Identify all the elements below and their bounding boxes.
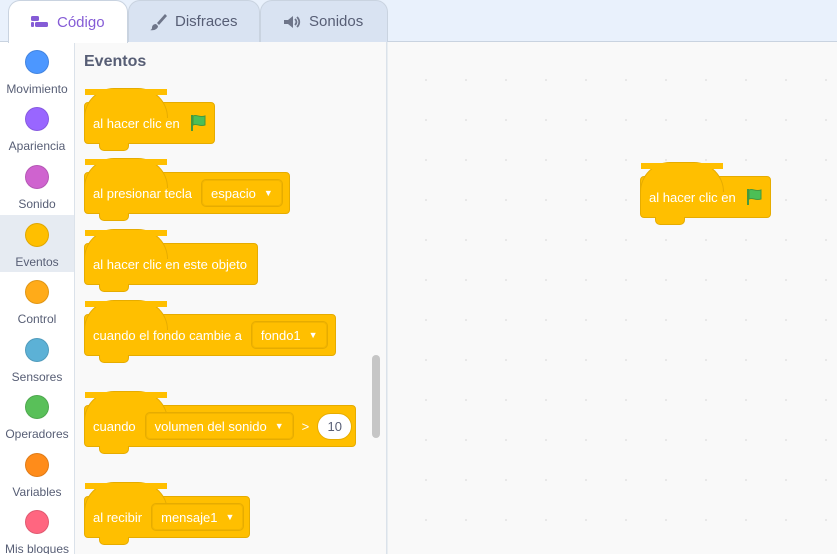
category-variables[interactable]: Variables	[0, 445, 74, 502]
brush-icon	[147, 13, 169, 31]
tab-costumes-label: Disfraces	[175, 13, 238, 30]
category-my-blocks-label: Mis bloques	[4, 542, 70, 554]
speaker-icon	[281, 13, 303, 31]
tab-costumes[interactable]: Disfraces	[128, 0, 260, 42]
category-sensing-label: Sensores	[11, 370, 63, 384]
category-motion[interactable]: Movimiento	[0, 42, 74, 99]
category-looks-dot	[25, 107, 49, 131]
sensor-dropdown[interactable]: volumen del sonido ▼	[144, 412, 294, 440]
greater-than-operator: >	[301, 418, 310, 434]
tab-sounds[interactable]: Sonidos	[260, 0, 388, 42]
category-events-dot	[25, 223, 49, 247]
category-control[interactable]: Control	[0, 272, 74, 329]
category-variables-label: Variables	[12, 485, 62, 499]
tab-code[interactable]: Código	[8, 0, 128, 43]
backdrop-dropdown[interactable]: fondo1 ▼	[250, 321, 328, 349]
category-sound-label: Sonido	[18, 197, 56, 211]
category-control-label: Control	[17, 312, 57, 326]
category-variables-dot	[25, 453, 49, 477]
category-motion-dot	[25, 50, 49, 74]
category-events-label: Eventos	[15, 255, 59, 269]
block-notch	[99, 537, 129, 545]
when-flag-clicked-block[interactable]: al hacer clic en	[84, 88, 215, 151]
category-sensing-dot	[25, 338, 49, 362]
code-icon	[29, 13, 51, 31]
editor-tab-bar: Código Disfraces Sonidos	[0, 0, 837, 43]
category-motion-label: Movimiento	[6, 82, 68, 96]
category-events[interactable]: Eventos	[0, 215, 74, 272]
block-palette: Eventos al hacer clic en al presionar te…	[75, 42, 387, 554]
when-backdrop-switches-block[interactable]: cuando el fondo cambie a fondo1 ▼	[84, 300, 336, 363]
category-sensing[interactable]: Sensores	[0, 330, 74, 387]
block-notch	[99, 446, 129, 454]
sensor-dropdown-value: volumen del sonido	[154, 418, 267, 434]
when-key-pressed-block[interactable]: al presionar tecla espacio ▼	[84, 158, 290, 221]
category-operators-label: Operadores	[5, 427, 69, 441]
message-dropdown-value: mensaje1	[161, 509, 218, 525]
block-notch	[99, 355, 129, 363]
green-flag-icon	[744, 187, 764, 207]
block-text: al hacer clic en	[93, 115, 180, 131]
tab-sounds-label: Sonidos	[309, 13, 364, 30]
workspace-when-flag-clicked-block[interactable]: al hacer clic en	[640, 162, 771, 225]
caret-down-icon: ▼	[274, 421, 284, 431]
block-notch	[99, 213, 129, 221]
backdrop-dropdown-value: fondo1	[260, 327, 301, 343]
script-workspace[interactable]: al hacer clic en	[388, 42, 837, 554]
message-dropdown[interactable]: mensaje1 ▼	[151, 503, 245, 531]
green-flag-icon	[188, 113, 208, 133]
block-text: al recibir	[93, 509, 143, 525]
block-text: al hacer clic en este objeto	[93, 256, 247, 272]
category-my-blocks-dot	[25, 510, 49, 534]
key-dropdown-value: espacio	[211, 185, 256, 201]
category-my-blocks[interactable]: Mis bloques	[0, 502, 74, 554]
block-notch	[99, 143, 129, 151]
scratch-editor: Código Disfraces Sonidos Movimiento Apar…	[0, 0, 837, 554]
category-operators[interactable]: Operadores	[0, 387, 74, 444]
when-broadcast-received-block[interactable]: al recibir mensaje1 ▼	[84, 482, 250, 545]
category-sound-dot	[25, 165, 49, 189]
category-looks-label: Apariencia	[8, 139, 66, 153]
caret-down-icon: ▼	[225, 512, 235, 522]
tab-code-label: Código	[57, 13, 105, 31]
category-sound[interactable]: Sonido	[0, 157, 74, 214]
palette-scrollbar[interactable]	[372, 355, 380, 438]
caret-down-icon: ▼	[263, 188, 273, 198]
palette-section-title: Eventos	[84, 53, 147, 70]
caret-down-icon: ▼	[308, 330, 318, 340]
hat-cap	[84, 229, 168, 259]
when-greater-than-block[interactable]: cuando volumen del sonido ▼ > 10	[84, 391, 356, 454]
block-notch	[99, 284, 129, 292]
when-sprite-clicked-block[interactable]: al hacer clic en este objeto	[84, 229, 258, 292]
category-operators-dot	[25, 395, 49, 419]
category-control-dot	[25, 280, 49, 304]
block-text: cuando	[93, 418, 136, 434]
category-menu: Movimiento Apariencia Sonido Eventos Con…	[0, 42, 75, 554]
block-notch	[655, 217, 685, 225]
threshold-input[interactable]: 10	[317, 412, 353, 440]
category-looks[interactable]: Apariencia	[0, 99, 74, 156]
block-text: cuando el fondo cambie a	[93, 327, 242, 343]
key-dropdown[interactable]: espacio ▼	[201, 179, 283, 207]
block-text: al presionar tecla	[93, 185, 192, 201]
block-text: al hacer clic en	[649, 189, 736, 205]
